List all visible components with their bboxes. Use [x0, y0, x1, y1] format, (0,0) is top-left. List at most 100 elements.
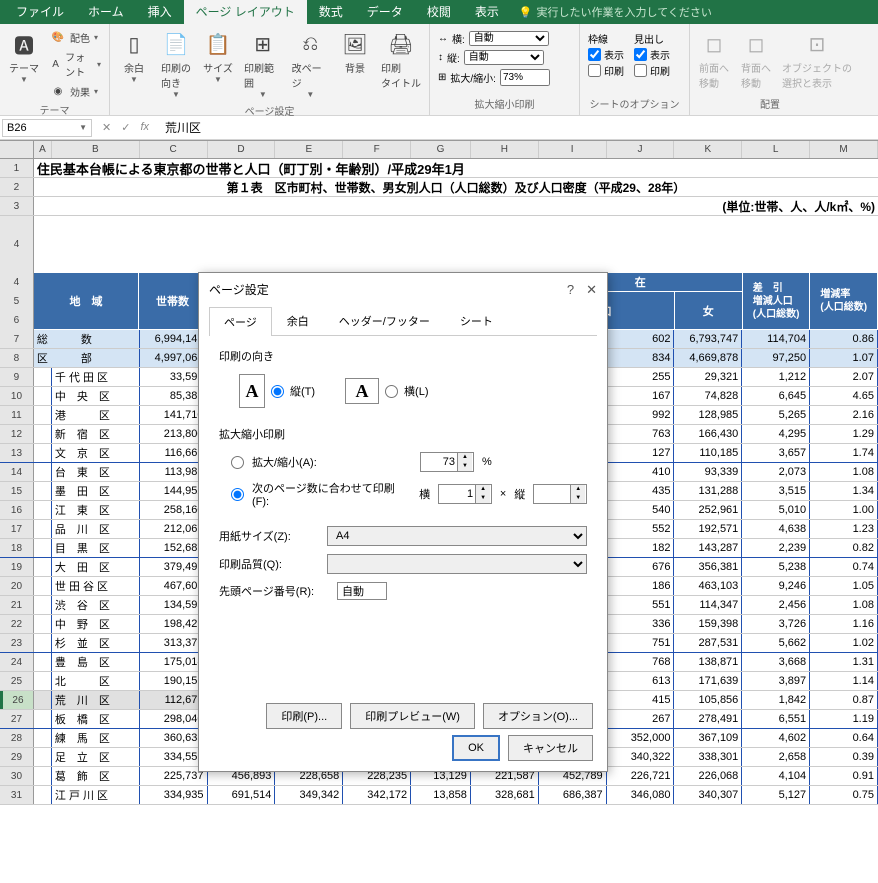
- cell[interactable]: 1.16: [810, 615, 878, 633]
- cell[interactable]: 港 区: [52, 406, 140, 424]
- landscape-radio[interactable]: [385, 385, 398, 398]
- cell[interactable]: 159,398: [674, 615, 742, 633]
- col-header[interactable]: C: [140, 141, 208, 158]
- row-header[interactable]: 18: [0, 539, 34, 557]
- cell[interactable]: 415: [607, 691, 675, 709]
- cell[interactable]: 4,602: [742, 729, 810, 747]
- col-header[interactable]: B: [52, 141, 140, 158]
- tell-me[interactable]: 💡実行したい作業を入力してください: [511, 0, 720, 24]
- cancel-fx-button[interactable]: ✕: [98, 121, 115, 134]
- cell[interactable]: 340,322: [607, 748, 675, 766]
- cell[interactable]: 2,658: [742, 748, 810, 766]
- cell[interactable]: [34, 653, 52, 671]
- cell[interactable]: 602: [607, 330, 675, 348]
- cell[interactable]: 1.08: [810, 596, 878, 614]
- cell[interactable]: 1,842: [742, 691, 810, 709]
- scale-input[interactable]: [500, 69, 550, 86]
- cell[interactable]: 346,080: [607, 786, 675, 804]
- cell[interactable]: 4,104: [742, 767, 810, 785]
- themes-button[interactable]: 🅰テーマ▼: [4, 26, 44, 86]
- paper-size-select[interactable]: A4: [327, 526, 587, 546]
- cell[interactable]: 992: [607, 406, 675, 424]
- cell[interactable]: [34, 710, 52, 728]
- cell[interactable]: 0.91: [810, 767, 878, 785]
- row-header[interactable]: 24: [0, 653, 34, 671]
- row-header[interactable]: 30: [0, 767, 34, 785]
- cell[interactable]: 住民基本台帳による東京都の世帯と人口（町丁別・年齢別）/平成29年1月: [34, 159, 878, 177]
- head-show-check[interactable]: [634, 48, 647, 61]
- colors-button[interactable]: 🎨配色▾: [46, 28, 105, 46]
- cell[interactable]: 3,657: [742, 444, 810, 462]
- cell[interactable]: 千 代 田 区: [52, 368, 140, 386]
- cell[interactable]: 1.23: [810, 520, 878, 538]
- cell[interactable]: 166,430: [674, 425, 742, 443]
- scale-width-select[interactable]: 自動: [469, 31, 549, 46]
- cell[interactable]: 新 宿 区: [52, 425, 140, 443]
- cell[interactable]: 349,342: [275, 786, 343, 804]
- fonts-button[interactable]: Aフォント▾: [46, 48, 105, 80]
- tab-file[interactable]: ファイル: [4, 0, 76, 24]
- cell[interactable]: 226,721: [607, 767, 675, 785]
- grid-print-check[interactable]: [588, 64, 601, 77]
- cell[interactable]: 0.39: [810, 748, 878, 766]
- cell[interactable]: [34, 596, 52, 614]
- tab-insert[interactable]: 挿入: [136, 0, 184, 24]
- cell[interactable]: 834: [607, 349, 675, 367]
- cell[interactable]: 435: [607, 482, 675, 500]
- background-button[interactable]: 🖼背景: [335, 26, 375, 77]
- cell[interactable]: 128,985: [674, 406, 742, 424]
- cell[interactable]: 338,301: [674, 748, 742, 766]
- cell[interactable]: 1.07: [810, 349, 878, 367]
- cell[interactable]: 1.29: [810, 425, 878, 443]
- cell[interactable]: 0.74: [810, 558, 878, 576]
- cell[interactable]: 691,514: [208, 786, 276, 804]
- cell[interactable]: (単位:世帯、人、人/k㎡、%): [34, 197, 878, 215]
- cell[interactable]: 2.16: [810, 406, 878, 424]
- row-header[interactable]: 13: [0, 444, 34, 462]
- cell[interactable]: 143,287: [674, 539, 742, 557]
- cell[interactable]: 中 央 区: [52, 387, 140, 405]
- dlg-tab-page[interactable]: ページ: [209, 307, 272, 336]
- tab-formula[interactable]: 数式: [307, 0, 355, 24]
- cell[interactable]: 551: [607, 596, 675, 614]
- print-button[interactable]: 印刷(P)...: [266, 703, 342, 729]
- select-all-corner[interactable]: [0, 141, 34, 158]
- cell[interactable]: [34, 482, 52, 500]
- cell[interactable]: 105,856: [674, 691, 742, 709]
- cell[interactable]: 97,250: [742, 349, 810, 367]
- col-header[interactable]: M: [810, 141, 878, 158]
- cell[interactable]: 751: [607, 634, 675, 652]
- print-titles-button[interactable]: 🖨印刷 タイトル: [377, 26, 425, 92]
- cell[interactable]: 4.65: [810, 387, 878, 405]
- grid-show-check[interactable]: [588, 48, 601, 61]
- cell[interactable]: 9,246: [742, 577, 810, 595]
- cancel-button[interactable]: キャンセル: [508, 735, 593, 761]
- cell[interactable]: 336: [607, 615, 675, 633]
- tab-view[interactable]: 表示: [463, 0, 511, 24]
- cell[interactable]: 613: [607, 672, 675, 690]
- cell[interactable]: 江 東 区: [52, 501, 140, 519]
- cell[interactable]: 墨 田 区: [52, 482, 140, 500]
- fit-radio[interactable]: [231, 488, 244, 501]
- cell[interactable]: [34, 748, 52, 766]
- col-header[interactable]: K: [674, 141, 742, 158]
- cell[interactable]: 328,681: [471, 786, 539, 804]
- cell[interactable]: 足 立 区: [52, 748, 140, 766]
- cell[interactable]: 0.75: [810, 786, 878, 804]
- cell[interactable]: 2,456: [742, 596, 810, 614]
- cell[interactable]: 1,212: [742, 368, 810, 386]
- scale-height-select[interactable]: 自動: [464, 50, 544, 65]
- fx-button[interactable]: fx: [136, 121, 153, 134]
- cell[interactable]: 768: [607, 653, 675, 671]
- cell[interactable]: [34, 558, 52, 576]
- cell[interactable]: [34, 406, 52, 424]
- cell[interactable]: 267: [607, 710, 675, 728]
- cell[interactable]: 1.74: [810, 444, 878, 462]
- cell[interactable]: 278,491: [674, 710, 742, 728]
- cell[interactable]: [34, 577, 52, 595]
- row-header[interactable]: 16: [0, 501, 34, 519]
- effects-button[interactable]: ◉効果▾: [46, 82, 105, 100]
- cell[interactable]: 182: [607, 539, 675, 557]
- cell[interactable]: 114,347: [674, 596, 742, 614]
- breaks-button[interactable]: ⎌改ページ▼: [288, 26, 333, 101]
